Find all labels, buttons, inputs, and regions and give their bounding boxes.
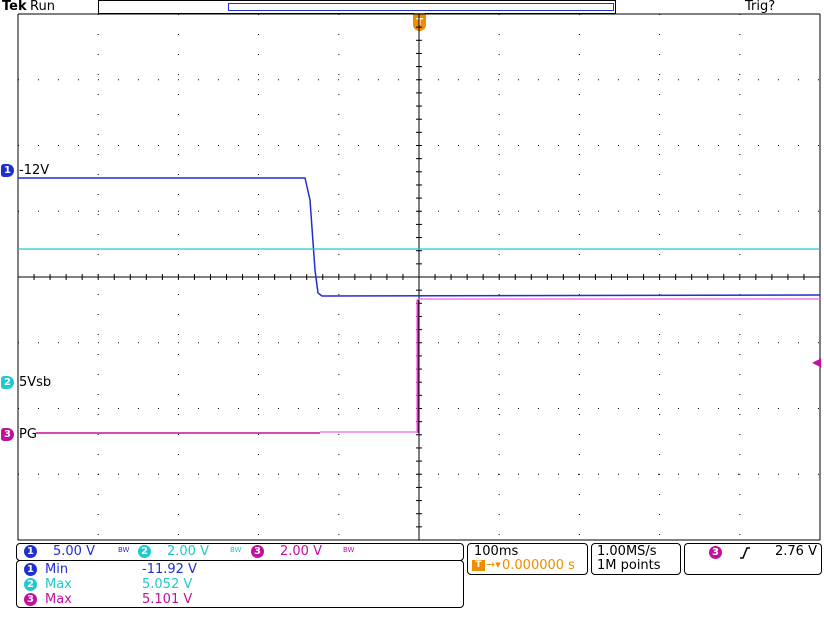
meas1-name: Min [45,562,69,577]
channel-3-ground-marker[interactable]: 3 [1,428,14,441]
sample-rate: 1.00MS/s [597,544,657,559]
meas2-name: Max [45,577,72,592]
scale-ch3-badge[interactable]: 3 [251,545,264,558]
arrow-right-down-icon: →▾ [486,558,501,571]
horizontal-panel[interactable]: 100ms T →▾ 0.000000 s [467,543,588,575]
channel-1-ground-marker[interactable]: 1 [1,164,14,177]
scale-ch2-badge[interactable]: 2 [138,545,151,558]
scale-ch2-value: 2.00 V [167,544,209,559]
trigger-source-badge: 3 [709,546,722,559]
scale-ch3-bw-icon: BW [343,546,355,554]
scale-ch1-bw-icon: BW [118,546,130,554]
channel-1-label: -12V [19,163,50,178]
measurements-panel: 1 Min -11.92 V 2 Max 5.052 V 3 Max 5.101… [16,560,464,608]
scale-ch2-bw-icon: BW [230,546,242,554]
rising-edge-icon [740,547,750,559]
graticule [17,13,821,541]
meas3-badge: 3 [24,593,37,606]
scale-ch1-value: 5.00 V [53,544,95,559]
vertical-scale-panel: 1 5.00 V BW 2 2.00 V BW 3 2.00 V BW [16,543,464,561]
meas3-value: 5.101 V [142,592,193,607]
acquisition-panel[interactable]: 1.00MS/s 1M points [591,543,681,575]
trigger-level-arrow-icon[interactable]: ◀ [812,355,821,369]
trigger-panel[interactable]: 3 2.76 V [684,543,822,575]
meas3-name: Max [45,592,72,607]
scale-ch1-badge[interactable]: 1 [24,545,37,558]
trigger-level: 2.76 V [775,544,817,559]
record-length: 1M points [597,558,661,573]
meas2-value: 5.052 V [142,577,193,592]
horizontal-scale: 100ms [474,544,519,559]
scale-ch3-value: 2.00 V [280,544,322,559]
trigger-position: 0.000000 s [502,558,575,573]
meas1-value: -11.92 V [142,562,197,577]
channel-2-label: 5Vsb [19,375,52,390]
channel-2-ground-marker[interactable]: 2 [1,376,14,389]
meas2-badge: 2 [24,578,37,591]
meas1-badge: 1 [24,563,37,576]
waveform-display [17,13,821,541]
channel-3-label: PG [19,427,37,442]
trigger-t-icon: T [472,560,485,571]
